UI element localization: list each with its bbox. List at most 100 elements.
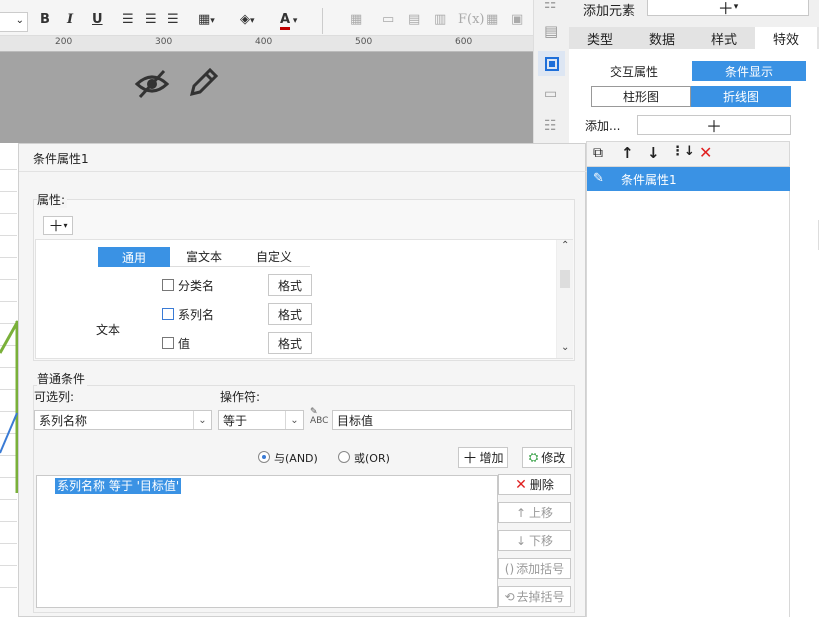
textfield-icon[interactable]: ▭ <box>382 12 394 27</box>
ruler-tick: 500 <box>355 37 373 47</box>
chart-line-fragment <box>0 320 18 493</box>
operator-select[interactable]: 等于 ⌄ <box>218 410 304 430</box>
condition-group-label: 普通条件 <box>37 370 88 387</box>
align-left-icon[interactable]: ☰ <box>122 12 134 27</box>
value-label: 值 <box>178 337 191 351</box>
tab-custom[interactable]: 自定义 <box>238 247 310 267</box>
grid-icon[interactable]: ▤ <box>408 12 420 27</box>
value-format-button[interactable]: 格式 <box>268 332 312 354</box>
arrow-up-icon[interactable]: ↑ <box>621 144 634 162</box>
copy-icon[interactable]: ⧉ <box>593 145 603 161</box>
tab-bar-chart[interactable]: 柱形图 <box>591 86 691 107</box>
hide-eye-icon[interactable] <box>134 68 170 100</box>
text-label: 文本 <box>96 323 121 337</box>
tab-data[interactable]: 数据 <box>631 27 693 49</box>
column-select-value: 系列名称 <box>39 413 88 428</box>
table-icon[interactable]: ▦ <box>350 12 362 27</box>
scroll-thumb[interactable] <box>560 270 570 288</box>
bars-icon[interactable]: ▥ <box>434 12 446 27</box>
widget-icon[interactable]: ⚏ <box>544 0 557 12</box>
image-icon[interactable]: ▣ <box>511 12 523 27</box>
add-button[interactable]: ＋增加 <box>458 447 508 468</box>
category-format-button[interactable]: 格式 <box>268 274 312 296</box>
value-checkbox[interactable] <box>162 337 174 349</box>
property-scrollbar[interactable]: ⌃ ⌄ <box>556 240 573 358</box>
chevron-down-icon: ⌄ <box>193 411 211 429</box>
italic-button[interactable]: I <box>67 12 73 27</box>
remove-bracket-button[interactable]: ⟲ 去掉括号 <box>498 586 571 607</box>
delete-icon[interactable]: ✕ <box>699 143 712 162</box>
tab-effects[interactable]: 特效 <box>755 27 817 49</box>
series-name-checkbox[interactable] <box>162 308 174 320</box>
border-icon[interactable]: ▦▾ <box>198 12 215 27</box>
ruler-tick: 600 <box>455 37 473 47</box>
font-color-button[interactable]: A ▾ <box>280 12 297 30</box>
move-up-button[interactable]: ↑ 上移 <box>498 502 571 523</box>
tab-style[interactable]: 样式 <box>693 27 755 49</box>
dialog-title-divider <box>19 171 587 172</box>
add-element-button[interactable]: ＋ ▾ <box>647 0 809 18</box>
property-label: 属性: <box>37 191 68 208</box>
chart-icon[interactable]: ▦ <box>486 12 498 27</box>
scroll-down-icon[interactable]: ⌄ <box>561 342 569 353</box>
column-select[interactable]: 系列名称 ⌄ <box>34 410 212 430</box>
property-list: 通用 富文本 自定义 文本 分类名 格式 系列名 格式 值 格式 ⌃ ⌄ <box>35 239 573 359</box>
edit-icon: ✎ <box>593 171 604 186</box>
add-element-label: 添加元素 <box>583 4 636 19</box>
and-radio[interactable] <box>258 451 270 463</box>
layout-icon[interactable] <box>538 51 565 76</box>
add-condition-button[interactable]: ＋ <box>637 115 791 136</box>
edit-pencil-icon[interactable] <box>186 66 218 100</box>
tab-type[interactable]: 类型 <box>569 27 631 49</box>
ruler-tick: 400 <box>255 37 273 47</box>
tab-conditional-display[interactable]: 条件显示 <box>692 61 806 81</box>
dialog-title: 条件属性1 <box>33 152 89 166</box>
move-down-button[interactable]: ↓ 下移 <box>498 530 571 551</box>
tab-rich-text[interactable]: 富文本 <box>170 247 238 267</box>
series-name-label: 系列名 <box>178 308 215 322</box>
arrow-down-icon: ↓ <box>515 533 527 548</box>
remove-bracket-icon: ⟲ <box>504 589 515 604</box>
tab-line-chart[interactable]: 折线图 <box>691 86 791 107</box>
right-panel: 添加元素 ＋ ▾ 类型 数据 样式 特效 交互属性 条件显示 柱形图 折线图 添加… <box>569 0 819 617</box>
category-name-checkbox[interactable] <box>162 279 174 291</box>
delete-button[interactable]: ✕ 删除 <box>498 474 571 495</box>
value-type-icon[interactable]: ✎ ABC <box>310 408 328 426</box>
and-label: 与(AND) <box>274 452 318 465</box>
add-property-button[interactable]: ＋ ▾ <box>43 216 73 235</box>
dropdown-widget-icon[interactable]: ▭ <box>544 86 557 102</box>
list-item-label: 条件属性1 <box>621 173 677 187</box>
series-format-button[interactable]: 格式 <box>268 303 312 325</box>
condition-item[interactable]: 系列名称 等于 '目标值' <box>55 478 182 494</box>
condition-editor[interactable]: 系列名称 等于 '目标值' <box>36 475 498 608</box>
scroll-up-icon[interactable]: ⌃ <box>561 240 569 251</box>
target-value-input[interactable]: 目标值 <box>332 410 572 430</box>
underline-button[interactable]: U <box>92 12 103 27</box>
move-bottom-icon[interactable]: ⋮↓ <box>671 144 695 159</box>
stack-icon[interactable]: ☷ <box>544 118 557 134</box>
ruler-tick: 300 <box>155 37 173 47</box>
design-canvas[interactable] <box>0 52 533 143</box>
tab-interaction[interactable]: 交互属性 <box>577 61 691 81</box>
chevron-down-icon: ⌄ <box>285 411 303 429</box>
side-icon-strip: ⚏ ▤ ▭ ☷ <box>533 0 569 143</box>
add-bracket-button[interactable]: () 添加括号 <box>498 558 571 579</box>
fill-color-icon[interactable]: ◈▾ <box>240 12 255 27</box>
operator-label: 操作符: <box>220 390 261 404</box>
bold-button[interactable]: B <box>40 12 50 27</box>
modify-button[interactable]: ⛭ 修改 <box>522 447 572 468</box>
align-right-icon[interactable]: ☰ <box>167 12 179 27</box>
settings-page-icon[interactable]: ▤ <box>544 22 558 40</box>
plus-icon: ＋ <box>462 449 478 467</box>
formula-icon[interactable]: F(x) <box>458 12 485 27</box>
tab-general[interactable]: 通用 <box>98 247 170 267</box>
condition-list: ✎ 条件属性1 <box>586 167 790 617</box>
font-size-dropdown[interactable]: ⌄ <box>0 12 28 32</box>
list-item[interactable]: ✎ 条件属性1 <box>587 167 790 191</box>
or-label: 或(OR) <box>354 452 390 465</box>
align-center-icon[interactable]: ☰ <box>145 12 157 27</box>
or-radio[interactable] <box>338 451 350 463</box>
column-label: 可选列: <box>34 390 75 404</box>
toolbar-divider <box>322 8 323 34</box>
arrow-down-icon[interactable]: ↓ <box>647 144 660 162</box>
